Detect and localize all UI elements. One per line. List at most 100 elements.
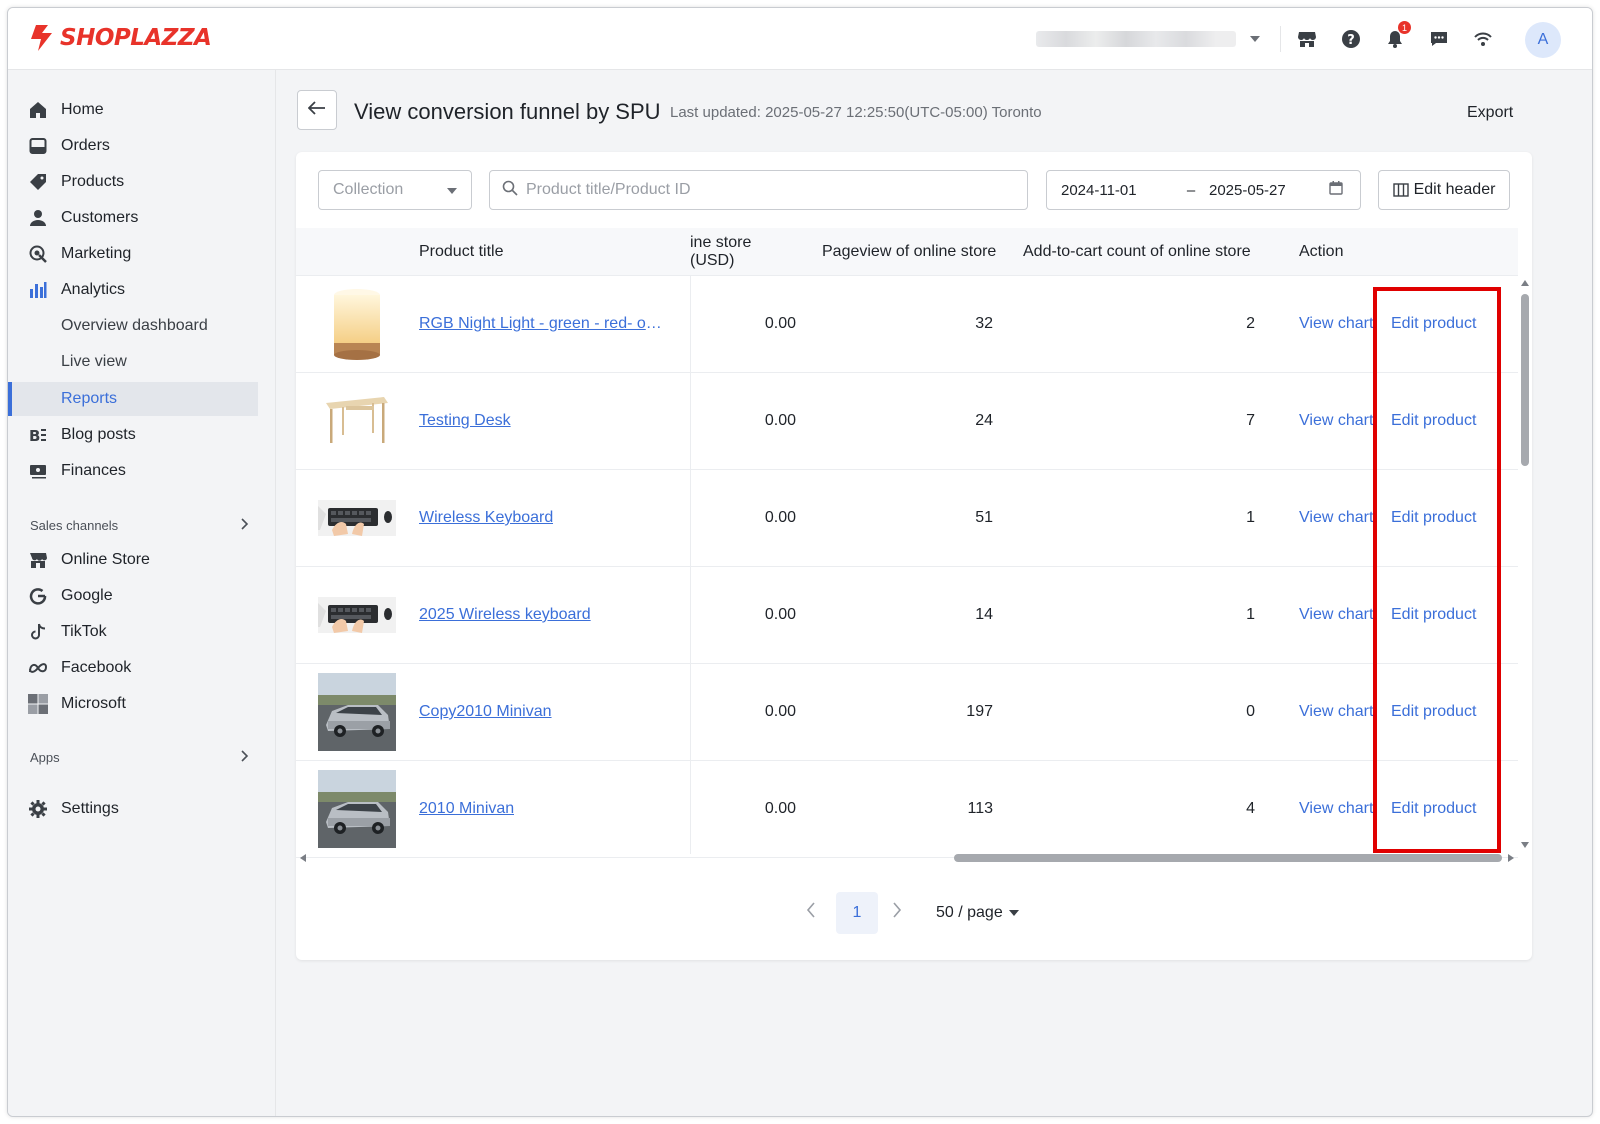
svg-text:?: ?: [1347, 33, 1355, 48]
view-chart-link[interactable]: View chart: [1299, 373, 1373, 469]
store-name-blurred: [1036, 31, 1236, 47]
sidebar-item-label: Analytics: [61, 281, 126, 298]
edit-product-link[interactable]: Edit product: [1391, 761, 1476, 857]
section-label: Apps: [30, 749, 60, 765]
divider: [1280, 26, 1281, 52]
sidebar-item-label: Microsoft: [61, 695, 126, 712]
sidebar-item-orders[interactable]: Orders: [8, 129, 268, 163]
sidebar-item-customers[interactable]: Customers: [8, 201, 268, 235]
edit-product-link[interactable]: Edit product: [1391, 664, 1476, 760]
store-selector[interactable]: [1036, 28, 1266, 50]
sales-cell: 0.00: [764, 800, 796, 817]
column-header-pageview[interactable]: Pageview of online store: [822, 228, 996, 276]
view-chart-link[interactable]: View chart: [1299, 470, 1373, 566]
product-search-field[interactable]: [489, 170, 1028, 210]
tag-icon: [28, 172, 48, 192]
sidebar-item-facebook[interactable]: Facebook: [8, 651, 268, 685]
date-start[interactable]: 2024-11-01: [1061, 182, 1181, 199]
sidebar-item-microsoft[interactable]: Microsoft: [8, 687, 268, 721]
view-chart-link[interactable]: View chart: [1299, 567, 1373, 663]
store-icon: [28, 550, 48, 570]
back-button[interactable]: [297, 90, 337, 130]
store-icon[interactable]: [1295, 27, 1319, 51]
collection-select[interactable]: Collection: [318, 170, 472, 210]
pageview-cell: 51: [975, 509, 993, 526]
edit-product-link[interactable]: Edit product: [1391, 470, 1476, 566]
horizontal-scrollbar-thumb[interactable]: [954, 854, 1502, 862]
product-search-input[interactable]: [526, 181, 1006, 199]
bar-chart-icon: [28, 280, 48, 300]
chevron-right-icon: [240, 749, 250, 765]
scroll-left-arrow-icon[interactable]: [300, 854, 306, 862]
sidebar-item-label: Blog posts: [61, 426, 136, 443]
scroll-up-arrow-icon[interactable]: [1521, 280, 1529, 286]
sidebar-subitem-live-view[interactable]: Live view: [8, 345, 258, 379]
edit-product-link[interactable]: Edit product: [1391, 276, 1476, 372]
add-to-cart-cell: 4: [1246, 800, 1255, 817]
table-row: 2010 Minivan 0.00 113 4 View chart Edit produ…: [296, 761, 1518, 858]
date-end[interactable]: 2025-05-27: [1209, 182, 1329, 199]
table-row: Testing Desk 0.00 24 7 View chart Edit produc…: [296, 373, 1518, 470]
top-bar: SHOPLAZZA ? 1 A: [8, 8, 1592, 70]
sidebar-subitem-overview-dashboard[interactable]: Overview dashboard: [8, 309, 258, 343]
view-chart-link[interactable]: View chart: [1299, 761, 1373, 857]
apps-header[interactable]: Apps: [30, 747, 250, 767]
avatar[interactable]: A: [1525, 22, 1561, 58]
column-header-sales[interactable]: ine store (USD): [690, 228, 796, 276]
edit-product-link[interactable]: Edit product: [1391, 373, 1476, 469]
sales-cell: 0.00: [764, 412, 796, 429]
add-to-cart-cell: 7: [1246, 412, 1255, 429]
product-thumbnail: [318, 770, 396, 848]
chevron-right-icon[interactable]: [892, 902, 902, 923]
sidebar-item-blog-posts[interactable]: B Blog posts: [8, 418, 268, 452]
logo-text: SHOPLAZZA: [60, 25, 212, 51]
bell-icon[interactable]: 1: [1383, 21, 1411, 51]
logo[interactable]: SHOPLAZZA: [28, 24, 212, 52]
column-header-add-to-cart[interactable]: Add-to-cart count of online store: [1023, 228, 1251, 276]
edit-header-button[interactable]: Edit header: [1378, 170, 1510, 210]
product-title-link[interactable]: Wireless Keyboard: [419, 509, 553, 527]
vertical-scrollbar-thumb[interactable]: [1521, 294, 1529, 466]
chat-icon[interactable]: [1427, 27, 1451, 51]
sidebar-item-google[interactable]: Google: [8, 579, 268, 613]
date-range-picker[interactable]: 2024-11-01 – 2025-05-27: [1046, 170, 1361, 210]
sidebar-item-home[interactable]: Home: [8, 93, 268, 127]
sidebar-item-label: Customers: [61, 209, 139, 226]
view-chart-link[interactable]: View chart: [1299, 664, 1373, 760]
sidebar-item-settings[interactable]: Settings: [8, 792, 268, 826]
sales-channels-header[interactable]: Sales channels: [30, 515, 250, 535]
pageview-cell: 14: [975, 606, 993, 623]
product-title-link[interactable]: Copy2010 Minivan: [419, 703, 552, 721]
product-title-link[interactable]: 2025 Wireless keyboard: [419, 606, 591, 624]
product-title-link[interactable]: Testing Desk: [419, 412, 511, 430]
page-number-current[interactable]: 1: [836, 892, 878, 934]
help-icon[interactable]: ?: [1339, 27, 1363, 51]
sidebar-item-marketing[interactable]: Marketing: [8, 237, 268, 271]
svg-text:B: B: [29, 427, 40, 444]
caret-down-icon: [1008, 910, 1019, 916]
orders-icon: [28, 136, 48, 156]
sidebar-item-analytics[interactable]: Analytics: [8, 273, 268, 307]
export-button[interactable]: Export: [1467, 104, 1513, 122]
sidebar-item-products[interactable]: Products: [8, 165, 268, 199]
scroll-down-arrow-icon[interactable]: [1521, 842, 1529, 848]
chevron-left-icon[interactable]: [806, 902, 816, 923]
wifi-icon[interactable]: [1471, 27, 1495, 51]
column-header-action: Action: [1299, 243, 1344, 260]
sidebar-subitem-reports[interactable]: Reports: [8, 382, 258, 416]
product-title-link[interactable]: 2010 Minivan: [419, 800, 514, 818]
sidebar-item-tiktok[interactable]: TikTok: [8, 615, 268, 649]
product-title-link[interactable]: RGB Night Light - green - red- ora...: [419, 315, 664, 333]
column-header-product-title[interactable]: Product title: [419, 228, 503, 276]
table-row: Copy2010 Minivan 0.00 197 0 View chart Edit p…: [296, 664, 1518, 761]
page-title: View conversion funnel by SPU: [354, 99, 661, 124]
edit-product-link[interactable]: Edit product: [1391, 567, 1476, 663]
view-chart-link[interactable]: View chart: [1299, 276, 1373, 372]
sidebar-item-finances[interactable]: Finances: [8, 454, 268, 488]
scroll-right-arrow-icon[interactable]: [1508, 854, 1514, 862]
app-window: SHOPLAZZA ? 1 A Home Orders Products Cus…: [7, 7, 1593, 1117]
sidebar-item-online-store[interactable]: Online Store: [8, 543, 268, 577]
add-to-cart-cell: 1: [1246, 509, 1255, 526]
page-size-label: 50 / page: [936, 904, 1003, 921]
page-size-select[interactable]: 50 / page: [936, 904, 1019, 922]
